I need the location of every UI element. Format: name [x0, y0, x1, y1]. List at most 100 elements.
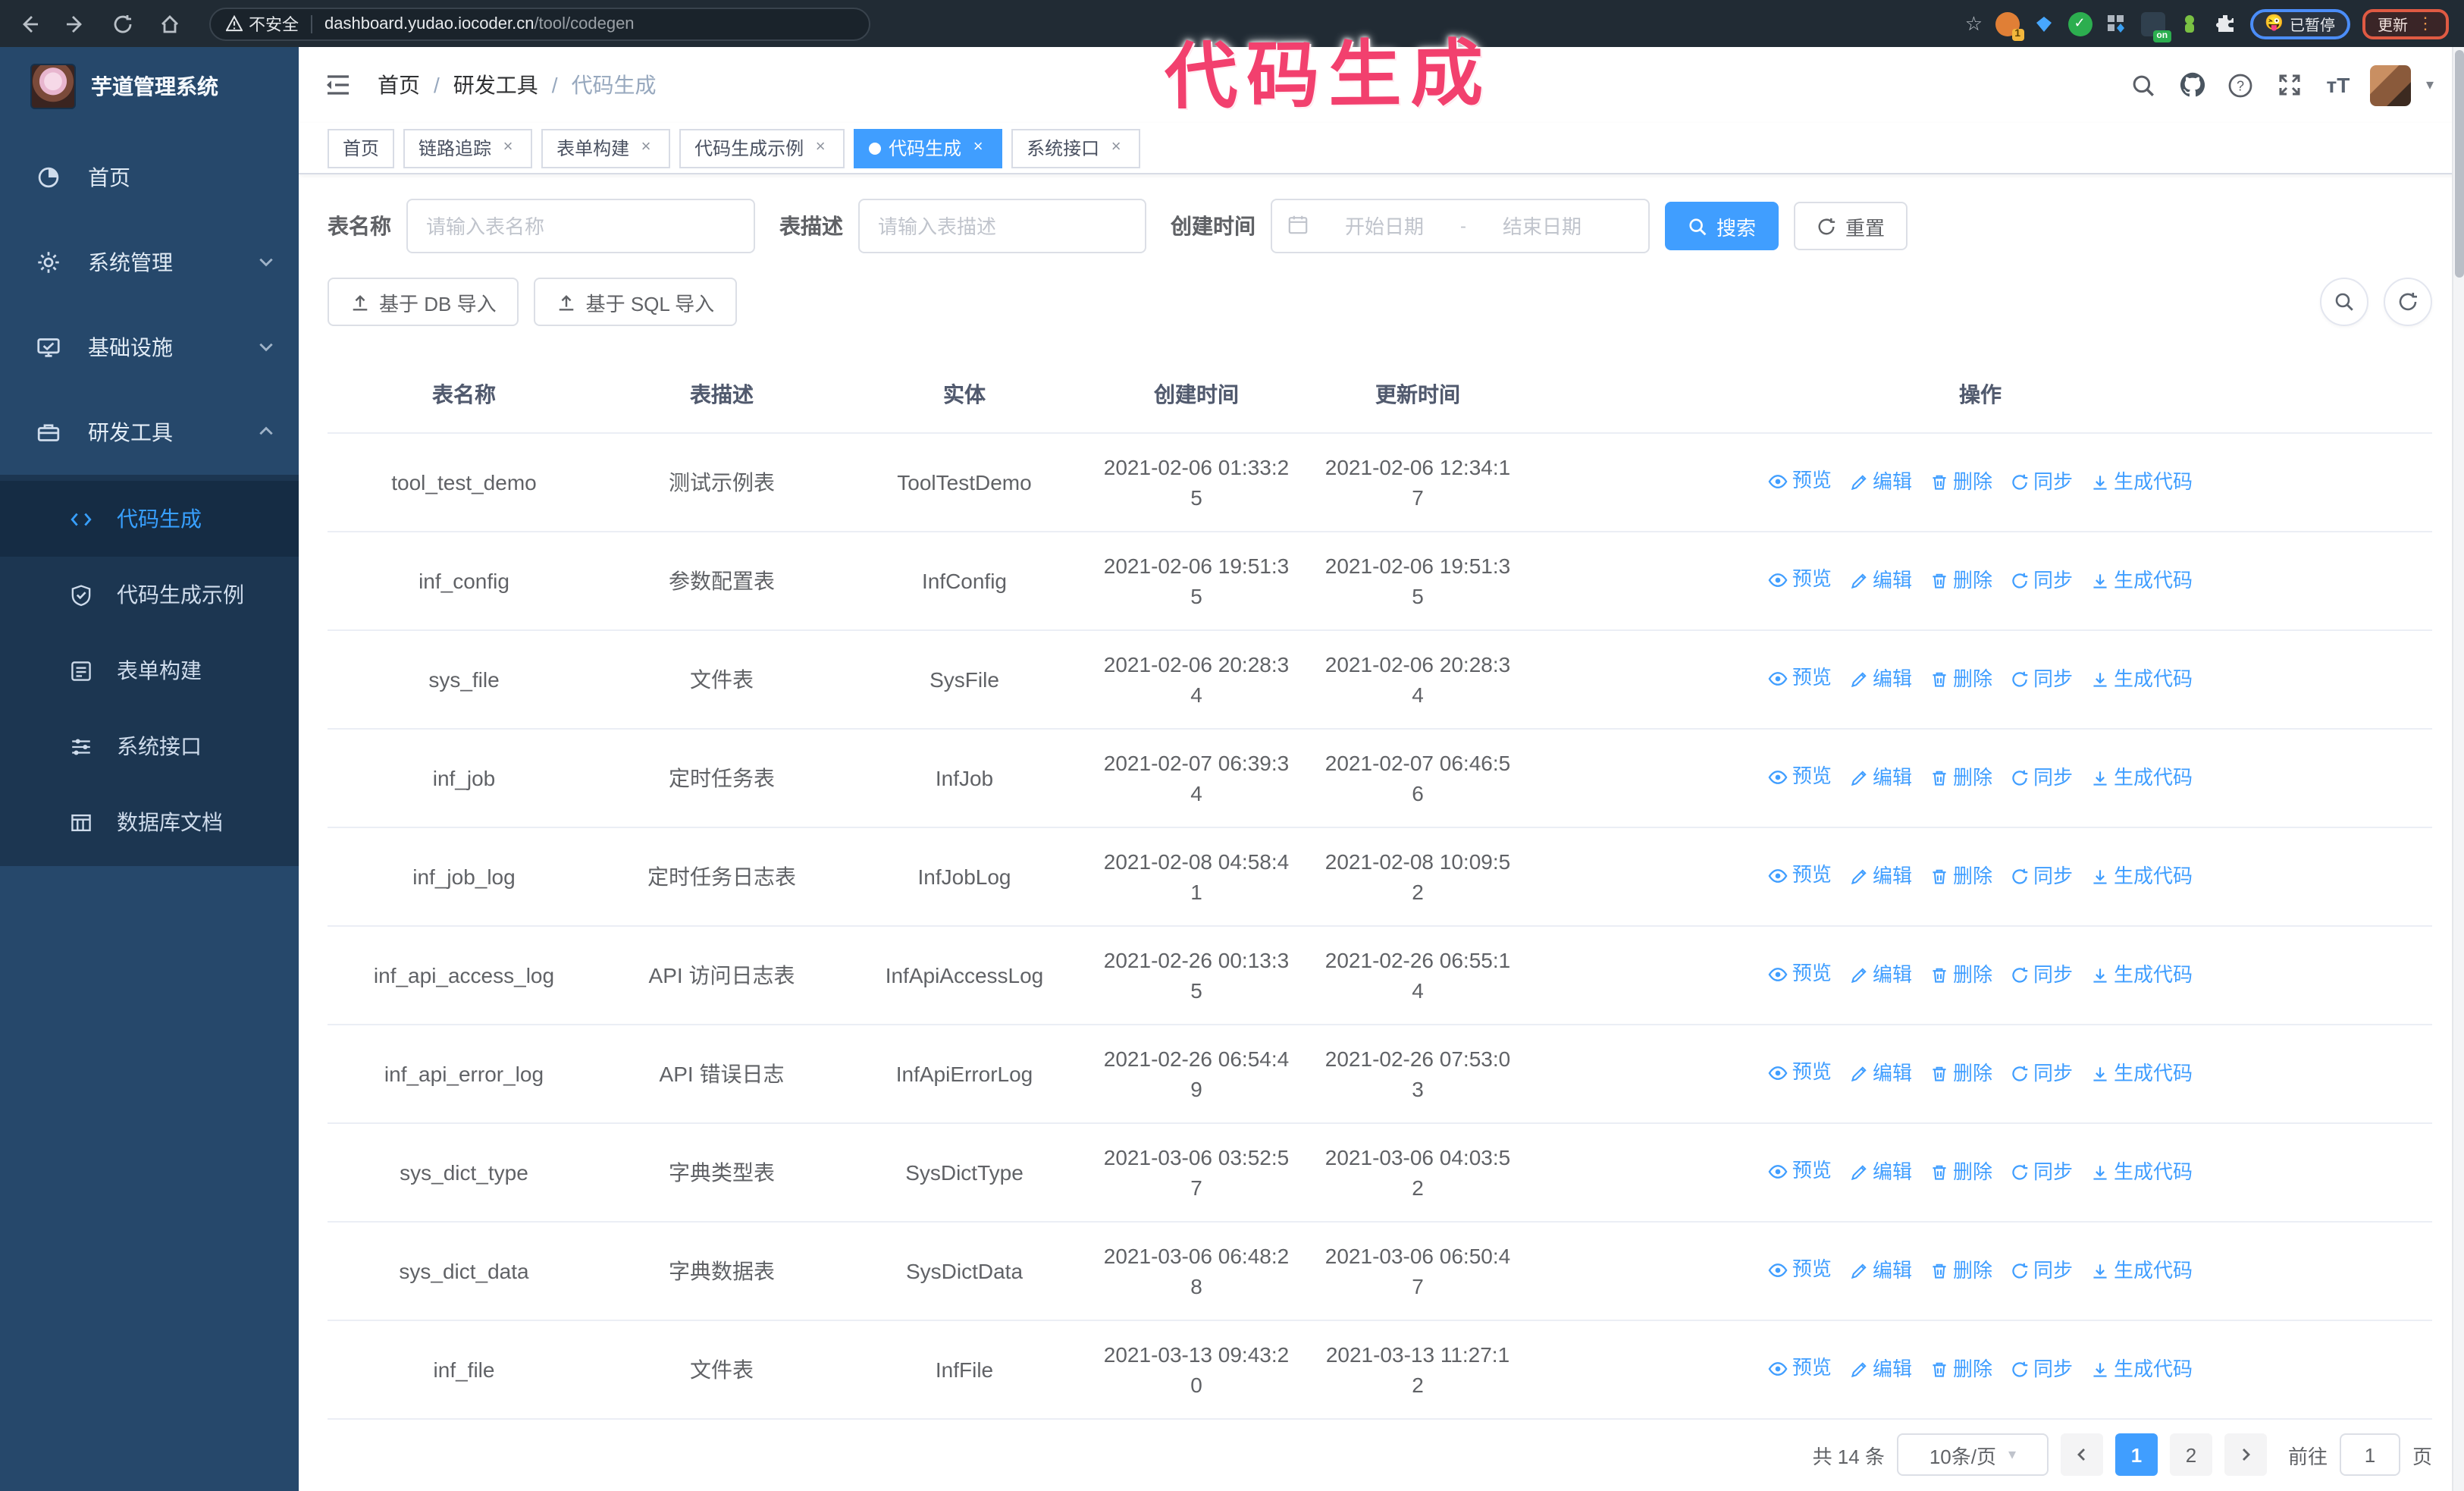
goto-page-input[interactable] [2339, 1433, 2400, 1476]
browser-home-icon[interactable] [152, 5, 188, 42]
action-edit-link[interactable]: 编辑 [1850, 664, 1912, 695]
action-sync-link[interactable]: 同步 [2011, 664, 2073, 695]
search-button[interactable]: 搜索 [1665, 202, 1779, 250]
avatar[interactable] [2369, 64, 2411, 105]
help-icon[interactable]: ? [2224, 68, 2258, 102]
puzzle-extensions-icon[interactable] [2213, 11, 2237, 36]
action-eye-link[interactable]: 预览 [1768, 1354, 1832, 1384]
action-eye-link[interactable]: 预览 [1768, 762, 1832, 793]
action-delete-link[interactable]: 删除 [1930, 763, 1992, 793]
browser-reload-icon[interactable] [105, 5, 141, 42]
tab-codegen[interactable]: 代码生成 × [854, 128, 1003, 168]
page-scrollbar[interactable] [2452, 47, 2464, 1491]
action-delete-link[interactable]: 删除 [1930, 664, 1992, 695]
page-button-2[interactable]: 2 [2169, 1433, 2212, 1476]
extension-icon[interactable] [2104, 11, 2128, 36]
tab-close-icon[interactable]: × [499, 138, 517, 157]
extension-icon[interactable] [2177, 11, 2201, 36]
extension-icon[interactable]: 1 [1995, 11, 2024, 40]
tab-home[interactable]: 首页 [328, 128, 395, 168]
action-eye-link[interactable]: 预览 [1768, 664, 1832, 694]
breadcrumb-home[interactable]: 首页 [378, 70, 420, 100]
action-eye-link[interactable]: 预览 [1768, 1157, 1832, 1187]
action-download-link[interactable]: 生成代码 [2091, 960, 2193, 990]
github-icon[interactable] [2176, 68, 2209, 102]
table-name-input[interactable] [406, 199, 755, 253]
tab-codegen-example[interactable]: 代码生成示例 × [679, 128, 845, 168]
import-db-button[interactable]: 基于 DB 导入 [328, 278, 519, 326]
tab-system-api[interactable]: 系统接口 × [1011, 128, 1141, 168]
action-sync-link[interactable]: 同步 [2011, 1157, 2073, 1188]
action-delete-link[interactable]: 删除 [1930, 862, 1992, 892]
profile-paused-badge[interactable]: 😜 已暂停 [2249, 8, 2350, 39]
tab-close-icon[interactable]: × [1107, 138, 1125, 157]
font-size-icon[interactable]: тT [2321, 68, 2355, 102]
action-edit-link[interactable]: 编辑 [1850, 1256, 1912, 1286]
next-page-button[interactable] [2224, 1433, 2267, 1476]
action-edit-link[interactable]: 编辑 [1850, 467, 1912, 498]
action-sync-link[interactable]: 同步 [2011, 566, 2073, 596]
action-download-link[interactable]: 生成代码 [2091, 1256, 2193, 1286]
action-download-link[interactable]: 生成代码 [2091, 467, 2193, 498]
action-download-link[interactable]: 生成代码 [2091, 1354, 2193, 1385]
not-secure-warning[interactable]: 不安全 [226, 11, 299, 36]
action-edit-link[interactable]: 编辑 [1850, 763, 1912, 793]
start-date-input[interactable] [1318, 215, 1451, 237]
action-edit-link[interactable]: 编辑 [1850, 960, 1912, 990]
browser-menu-icon[interactable]: ⋮ [2417, 14, 2434, 33]
action-download-link[interactable]: 生成代码 [2091, 1157, 2193, 1188]
action-eye-link[interactable]: 预览 [1768, 1058, 1832, 1088]
sidebar-item-dev-tools[interactable]: 研发工具 [0, 390, 299, 475]
page-button-1[interactable]: 1 [2114, 1433, 2158, 1476]
toggle-search-button[interactable] [2320, 278, 2368, 326]
action-edit-link[interactable]: 编辑 [1850, 1059, 1912, 1089]
tab-close-icon[interactable]: × [637, 138, 655, 157]
bookmark-star-icon[interactable]: ☆ [1965, 11, 1983, 36]
date-range-picker[interactable]: - [1271, 199, 1650, 253]
action-eye-link[interactable]: 预览 [1768, 565, 1832, 595]
action-download-link[interactable]: 生成代码 [2091, 862, 2193, 892]
action-sync-link[interactable]: 同步 [2011, 467, 2073, 498]
action-sync-link[interactable]: 同步 [2011, 763, 2073, 793]
sidebar-item-system-api[interactable]: 系统接口 [0, 708, 299, 784]
scrollbar-thumb[interactable] [2455, 50, 2464, 278]
address-bar[interactable]: 不安全 dashboard.yudao.iocoder.cn/tool/code… [209, 7, 870, 40]
extension-icon[interactable]: ✓ [2067, 11, 2093, 36]
action-delete-link[interactable]: 删除 [1930, 1256, 1992, 1286]
fullscreen-icon[interactable] [2273, 68, 2306, 102]
reset-button[interactable]: 重置 [1794, 202, 1908, 250]
tab-close-icon[interactable]: × [969, 138, 987, 157]
action-download-link[interactable]: 生成代码 [2091, 664, 2193, 695]
browser-update-button[interactable]: 更新 ⋮ [2362, 8, 2449, 39]
action-edit-link[interactable]: 编辑 [1850, 1157, 1912, 1188]
action-edit-link[interactable]: 编辑 [1850, 566, 1912, 596]
sidebar-item-form-builder[interactable]: 表单构建 [0, 632, 299, 708]
sidebar-item-infrastructure[interactable]: 基础设施 [0, 305, 299, 390]
action-download-link[interactable]: 生成代码 [2091, 763, 2193, 793]
sidebar-item-db-doc[interactable]: 数据库文档 [0, 784, 299, 860]
action-sync-link[interactable]: 同步 [2011, 960, 2073, 990]
action-delete-link[interactable]: 删除 [1930, 467, 1992, 498]
action-delete-link[interactable]: 删除 [1930, 1354, 1992, 1385]
action-edit-link[interactable]: 编辑 [1850, 862, 1912, 892]
action-delete-link[interactable]: 删除 [1930, 960, 1992, 990]
refresh-table-button[interactable] [2384, 278, 2432, 326]
import-sql-button[interactable]: 基于 SQL 导入 [534, 278, 738, 326]
action-edit-link[interactable]: 编辑 [1850, 1354, 1912, 1385]
action-download-link[interactable]: 生成代码 [2091, 1059, 2193, 1089]
action-delete-link[interactable]: 删除 [1930, 566, 1992, 596]
tab-close-icon[interactable]: × [811, 138, 829, 157]
breadcrumb-dev-tools[interactable]: 研发工具 [453, 70, 538, 100]
page-size-select[interactable]: 10条/页 ▾ [1896, 1433, 2049, 1476]
chevron-down-icon[interactable]: ▾ [2426, 77, 2434, 93]
table-desc-input[interactable] [858, 199, 1146, 253]
action-eye-link[interactable]: 预览 [1768, 861, 1832, 891]
action-sync-link[interactable]: 同步 [2011, 1059, 2073, 1089]
sidebar-item-system[interactable]: 系统管理 [0, 220, 299, 305]
browser-forward-icon[interactable] [58, 5, 94, 42]
sidebar-item-codegen-example[interactable]: 代码生成示例 [0, 557, 299, 632]
action-download-link[interactable]: 生成代码 [2091, 566, 2193, 596]
sidebar-item-home[interactable]: 首页 [0, 135, 299, 220]
action-sync-link[interactable]: 同步 [2011, 1256, 2073, 1286]
sidebar-collapse-icon[interactable] [323, 70, 353, 100]
